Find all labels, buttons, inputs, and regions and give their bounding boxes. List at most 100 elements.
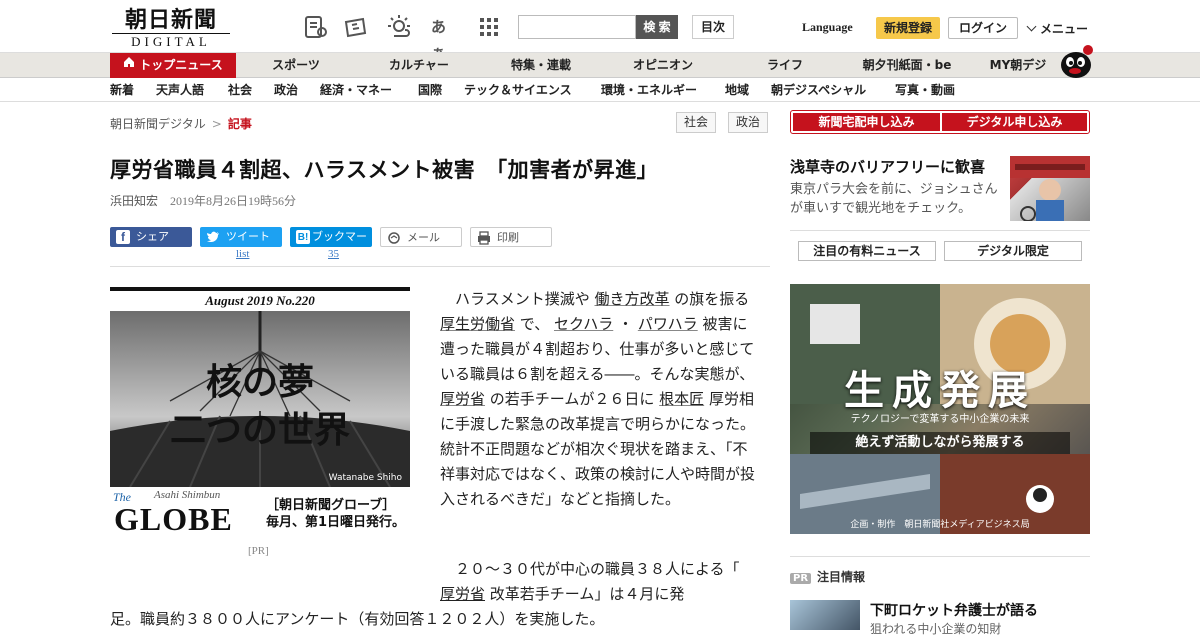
text-run: で、 — [519, 315, 550, 333]
subnav-item[interactable]: 新着 — [110, 78, 134, 102]
menu-label: メニュー — [1040, 22, 1089, 36]
tag-politics[interactable]: 政治 — [728, 112, 769, 133]
subnav-item[interactable]: 写真・動画 — [895, 78, 955, 102]
featured-info-label: 注目情報 — [817, 570, 866, 584]
logo-text-top: 朝日新聞 — [124, 7, 217, 33]
site-logo[interactable]: 朝日新聞 DIGITAL — [112, 7, 230, 49]
ad-title-line1: 核の夢 — [205, 361, 314, 403]
ad-desc: ［朝日新聞グローブ］ 毎月、第1日曜日発行。 — [266, 497, 405, 531]
language-link[interactable]: Language — [802, 20, 853, 35]
login-button[interactable]: ログイン — [948, 17, 1018, 39]
digital-subscribe-button[interactable]: デジタル申し込み — [942, 113, 1087, 131]
subnav-item[interactable]: テック＆サイエンス — [464, 78, 572, 102]
keyword-link[interactable]: セクハラ — [554, 315, 613, 333]
twitter-icon — [206, 230, 220, 244]
subnav-item[interactable]: 環境・エネルギー — [601, 78, 697, 102]
keyword-link[interactable]: 厚生労働省 — [440, 315, 515, 333]
divider — [110, 266, 770, 267]
news-title[interactable]: 下町ロケット弁護士が語る — [870, 600, 1038, 620]
facebook-share-button[interactable]: f シェア — [110, 227, 192, 247]
subnav-item[interactable]: 政治 — [274, 78, 298, 102]
subnav-item[interactable]: 社会 — [228, 78, 252, 102]
share-label: 印刷 — [497, 231, 519, 244]
breadcrumb: 朝日新聞デジタル > 記事 — [110, 115, 252, 132]
nav-top-news[interactable]: トップニュース — [110, 53, 236, 78]
keyword-link[interactable]: 根本匠 — [659, 390, 704, 408]
nav-opinion[interactable]: オピニオン — [620, 53, 706, 78]
coupon-icon[interactable] — [343, 14, 369, 40]
home-icon — [123, 52, 135, 77]
tag-society[interactable]: 社会 — [676, 112, 717, 133]
text-run: の若手チームが２６日に — [489, 390, 655, 408]
mail-share-button[interactable]: メール — [380, 227, 462, 247]
keyword-link[interactable]: 厚労省 — [440, 585, 485, 603]
newspaper-icon[interactable] — [302, 14, 328, 40]
mail-icon — [387, 231, 401, 245]
ad-brand-area: The Asahi Shimbun GLOBE ［朝日新聞グローブ］ 毎月、第1… — [110, 487, 410, 537]
mascot-icon[interactable] — [1054, 44, 1094, 78]
weather-icon[interactable] — [386, 14, 412, 40]
subnav-item[interactable]: 天声人語 — [156, 78, 204, 102]
keyword-link[interactable]: 働き方改革 — [594, 290, 669, 308]
nav-features[interactable]: 特集・連載 — [498, 53, 584, 78]
subnav-item[interactable]: 地域 — [725, 78, 749, 102]
ad-issue: August 2019 No.220 — [110, 287, 410, 311]
register-button[interactable]: 新規登録 — [876, 17, 940, 39]
nav-life[interactable]: ライフ — [750, 53, 820, 78]
twitter-share-button[interactable]: ツイート — [200, 227, 282, 247]
sidebar-ad[interactable]: 生成発展 テクノロジーで変革する中小企業の未来 絶えず活動しながら発展する 企画… — [790, 284, 1090, 534]
globe-ad[interactable]: August 2019 No.220 核の夢 二つの世界 Watanabe Sh… — [110, 287, 410, 537]
grid-apps-icon[interactable] — [476, 14, 502, 40]
print-icon — [477, 231, 491, 245]
ad-credit: Watanabe Shiho — [328, 473, 402, 483]
logo-text-bottom: DIGITAL — [112, 33, 230, 49]
nav-sports[interactable]: スポーツ — [258, 53, 334, 78]
subscribe-buttons: 新聞宅配申し込み デジタル申し込み — [790, 110, 1090, 134]
nav-culture[interactable]: カルチャー — [374, 53, 464, 78]
hatena-count[interactable]: 35 — [328, 248, 339, 260]
newspaper-delivery-button[interactable]: 新聞宅配申し込み — [793, 113, 940, 131]
nav-label: トップニュース — [139, 58, 223, 72]
featured-info-heading: PR 注目情報 — [790, 568, 865, 585]
divider — [790, 556, 1090, 557]
nav-my-asadigi[interactable]: MY朝デジ — [980, 53, 1056, 78]
primary-nav: トップニュース スポーツ カルチャー 特集・連載 オピニオン ライフ 朝夕刊紙面… — [0, 52, 1200, 78]
feature-thumbnail[interactable] — [1010, 156, 1090, 221]
twitter-count[interactable]: list — [236, 248, 249, 260]
share-label: シェア — [136, 230, 169, 243]
sidebar-ad-band: 絶えず活動しながら発展する — [810, 432, 1070, 454]
subnav-item[interactable]: 国際 — [418, 78, 442, 102]
pr-tag: PR — [790, 573, 812, 584]
toc-button[interactable]: 目次 — [692, 15, 734, 39]
tab-paid-news[interactable]: 注目の有料ニュース — [798, 241, 936, 261]
hatena-bookmark-button[interactable]: B! ブックマーク — [290, 227, 372, 263]
share-label: メール — [407, 231, 440, 244]
subnav-item[interactable]: 朝デジスペシャル — [771, 78, 866, 102]
feature-description: 東京パラ大会を前に、ジョシュさんが車いすで観光地をチェック。 — [790, 182, 998, 216]
ad-brand: GLOBE — [114, 501, 233, 537]
font-size-icon[interactable]: あぁ — [431, 14, 457, 62]
publish-date: 2019年8月26日19時56分 — [170, 194, 297, 208]
sidebar-ad-subtitle: テクノロジーで変革する中小企業の未来 — [850, 414, 1030, 425]
ad-pr-label: [PR] — [248, 545, 269, 557]
keyword-link[interactable]: 厚労省 — [440, 390, 485, 408]
feature-title[interactable]: 浅草寺のバリアフリーに歓喜 — [790, 156, 985, 177]
facebook-icon: f — [116, 230, 130, 244]
menu-button[interactable]: メニュー — [1026, 20, 1089, 37]
ad-title-line2: 二つの世界 — [169, 409, 350, 451]
search-input[interactable] — [518, 15, 636, 39]
search-button[interactable]: 検 索 — [636, 15, 678, 39]
paragraph-2-line1: ２０～３０代が中心の職員３８人による「 — [440, 557, 770, 582]
keyword-link[interactable]: パワハラ — [638, 315, 698, 333]
article-headline: 厚労省職員４割超、ハラスメント被害 「加害者が昇進」 — [110, 158, 659, 182]
nav-newspaper-be[interactable]: 朝夕刊紙面・be — [852, 53, 962, 78]
share-label: ツイート — [226, 230, 270, 243]
text-run: の旗を振る — [674, 290, 750, 308]
author-name[interactable]: 浜田知宏 — [110, 194, 158, 208]
hatena-icon: B! — [296, 230, 310, 244]
tab-digital-only[interactable]: デジタル限定 — [944, 241, 1082, 261]
breadcrumb-home[interactable]: 朝日新聞デジタル — [110, 117, 206, 131]
news-thumbnail[interactable] — [790, 600, 860, 630]
print-button[interactable]: 印刷 — [470, 227, 552, 247]
subnav-item[interactable]: 経済・マネー — [320, 78, 392, 102]
